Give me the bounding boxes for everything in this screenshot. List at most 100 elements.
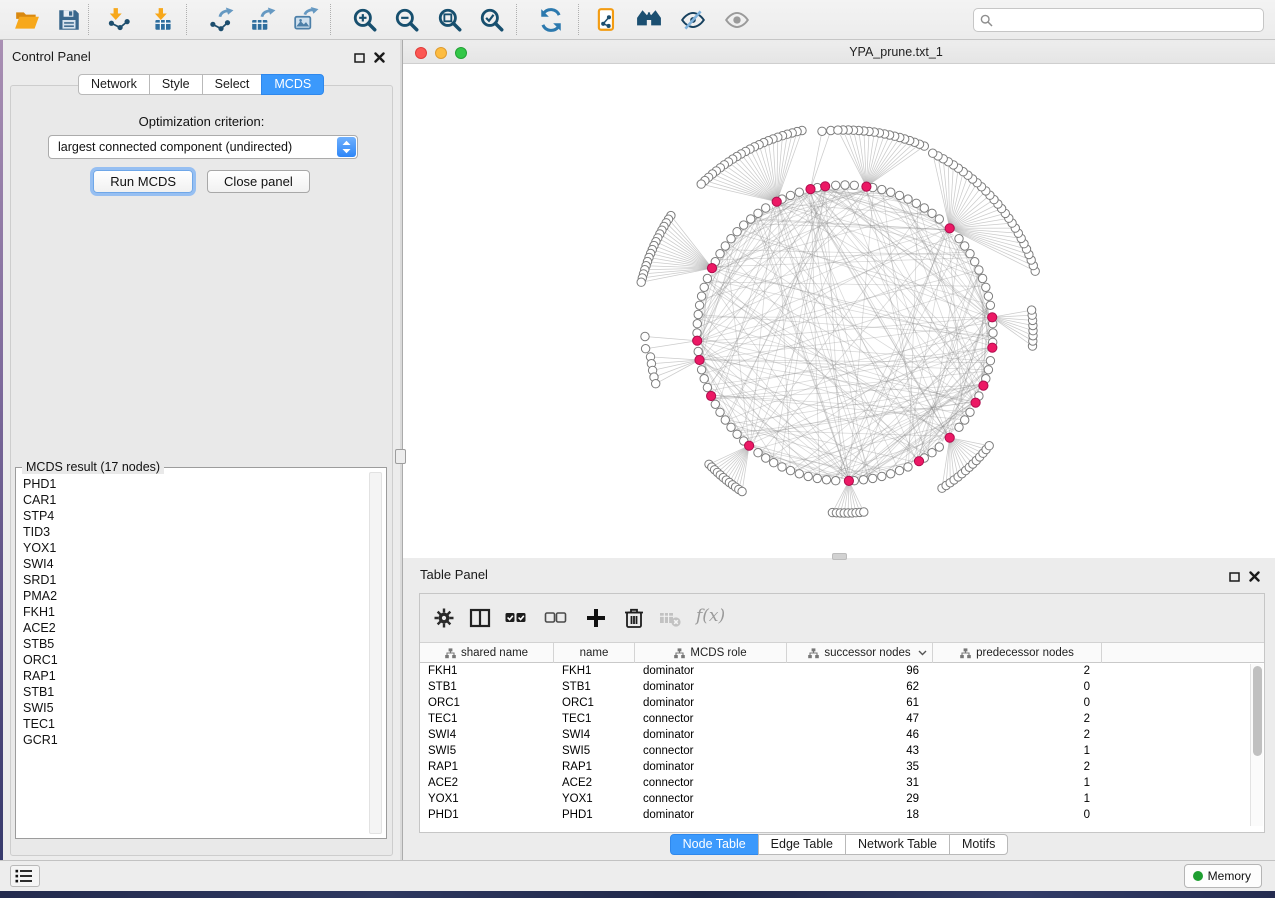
graph-node[interactable] — [832, 477, 840, 485]
export-table-icon[interactable] — [250, 7, 276, 33]
cell-predecessor-nodes[interactable]: 2 — [933, 711, 1102, 727]
optimization-select[interactable]: largest connected component (undirected) — [48, 135, 358, 159]
column-header-predecessor-nodes[interactable]: predecessor nodes — [933, 643, 1102, 663]
table-row[interactable]: YOX1YOX1connector291 — [420, 791, 1250, 807]
graph-node-selected[interactable] — [806, 185, 815, 194]
graph-node[interactable] — [700, 283, 708, 291]
graph-node[interactable] — [860, 508, 868, 516]
graph-node[interactable] — [795, 188, 803, 196]
graph-node[interactable] — [912, 199, 920, 207]
horizontal-splitter-grip[interactable] — [832, 553, 847, 560]
add-column-icon[interactable] — [584, 606, 608, 630]
mcds-result-item[interactable]: SWI5 — [23, 700, 366, 716]
table-row[interactable]: ORC1ORC1dominator610 — [420, 695, 1250, 711]
open-session-icon[interactable] — [14, 7, 40, 33]
network-window-titlebar[interactable]: YPA_prune.txt_1 — [403, 42, 1275, 64]
graph-node[interactable] — [778, 463, 786, 471]
mcds-result-item[interactable]: PMA2 — [23, 588, 366, 604]
graph-node[interactable] — [961, 416, 969, 424]
graph-node[interactable] — [716, 408, 724, 416]
graph-node[interactable] — [711, 400, 719, 408]
table-scrollbar-thumb[interactable] — [1253, 666, 1262, 756]
cell-MCDS-role[interactable]: dominator — [635, 695, 787, 711]
table-row[interactable]: RAP1RAP1dominator352 — [420, 759, 1250, 775]
sort-descending-icon[interactable] — [918, 650, 927, 656]
graph-node[interactable] — [721, 242, 729, 250]
delete-column-trash-icon[interactable] — [622, 606, 646, 630]
graph-node[interactable] — [804, 472, 812, 480]
cell-name[interactable]: PHD1 — [554, 807, 635, 823]
graph-node[interactable] — [694, 310, 702, 318]
cell-name[interactable]: STB1 — [554, 679, 635, 695]
graph-node[interactable] — [928, 209, 936, 217]
cell-successor-nodes[interactable]: 47 — [787, 711, 933, 727]
cell-predecessor-nodes[interactable]: 2 — [933, 727, 1102, 743]
function-builder-icon[interactable]: f(x) — [696, 606, 725, 626]
graph-node[interactable] — [641, 345, 649, 353]
cell-MCDS-role[interactable]: dominator — [635, 679, 787, 695]
graph-node[interactable] — [895, 466, 903, 474]
graph-node-selected[interactable] — [945, 433, 954, 442]
cell-shared-name[interactable]: ACE2 — [420, 775, 554, 791]
graph-node[interactable] — [695, 301, 703, 309]
table-row[interactable]: TEC1TEC1connector472 — [420, 711, 1250, 727]
memory-button[interactable]: Memory — [1184, 864, 1262, 888]
cell-name[interactable]: YOX1 — [554, 791, 635, 807]
graph-node-selected[interactable] — [971, 398, 980, 407]
vertical-splitter-grip[interactable] — [395, 449, 406, 464]
export-network-icon[interactable] — [208, 7, 234, 33]
graph-node[interactable] — [697, 180, 705, 188]
graph-node[interactable] — [904, 463, 912, 471]
mcds-result-item[interactable]: TEC1 — [23, 716, 366, 732]
tab-motifs[interactable]: Motifs — [949, 834, 1008, 855]
tab-select[interactable]: Select — [202, 74, 263, 95]
tab-edge-table[interactable]: Edge Table — [758, 834, 846, 855]
graph-node[interactable] — [652, 380, 660, 388]
graph-node[interactable] — [971, 258, 979, 266]
cell-MCDS-role[interactable]: dominator — [635, 759, 787, 775]
cell-successor-nodes[interactable]: 61 — [787, 695, 933, 711]
graph-node[interactable] — [716, 250, 724, 258]
graph-node[interactable] — [961, 242, 969, 250]
graph-node[interactable] — [920, 204, 928, 212]
graph-node[interactable] — [878, 472, 886, 480]
graph-node[interactable] — [762, 454, 770, 462]
graph-node[interactable] — [887, 188, 895, 196]
table-row[interactable]: PHD1PHD1dominator180 — [420, 807, 1250, 823]
graph-node[interactable] — [700, 375, 708, 383]
graph-node[interactable] — [813, 474, 821, 482]
graph-node[interactable] — [966, 408, 974, 416]
cell-shared-name[interactable]: RAP1 — [420, 759, 554, 775]
show-panels-list-button[interactable] — [10, 865, 40, 887]
graph-node[interactable] — [984, 292, 992, 300]
cell-shared-name[interactable]: PHD1 — [420, 807, 554, 823]
graph-node-selected[interactable] — [988, 343, 997, 352]
zoom-selected-icon[interactable] — [479, 7, 505, 33]
graph-node[interactable] — [693, 320, 701, 328]
cell-successor-nodes[interactable]: 96 — [787, 663, 933, 679]
graph-node-selected[interactable] — [988, 313, 997, 322]
graph-node-selected[interactable] — [844, 476, 853, 485]
graph-node[interactable] — [929, 149, 937, 157]
cell-predecessor-nodes[interactable]: 0 — [933, 807, 1102, 823]
graph-node[interactable] — [850, 181, 858, 189]
graph-node[interactable] — [697, 366, 705, 374]
cell-shared-name[interactable]: STB1 — [420, 679, 554, 695]
graph-node[interactable] — [641, 332, 649, 340]
cell-MCDS-role[interactable]: connector — [635, 711, 787, 727]
cell-MCDS-role[interactable]: connector — [635, 791, 787, 807]
share-document-icon[interactable] — [594, 7, 620, 33]
tab-style[interactable]: Style — [149, 74, 203, 95]
column-header-shared-name[interactable]: shared name — [420, 643, 554, 663]
graph-node[interactable] — [985, 442, 993, 450]
cell-name[interactable]: SWI4 — [554, 727, 635, 743]
cell-MCDS-role[interactable]: connector — [635, 743, 787, 759]
cell-successor-nodes[interactable]: 29 — [787, 791, 933, 807]
table-scrollbar[interactable] — [1250, 664, 1263, 826]
table-settings-gear-icon[interactable] — [432, 606, 456, 630]
graph-node[interactable] — [928, 449, 936, 457]
graph-node-selected[interactable] — [707, 391, 716, 400]
graph-node[interactable] — [982, 283, 990, 291]
graph-node[interactable] — [818, 127, 826, 135]
graph-node[interactable] — [895, 191, 903, 199]
